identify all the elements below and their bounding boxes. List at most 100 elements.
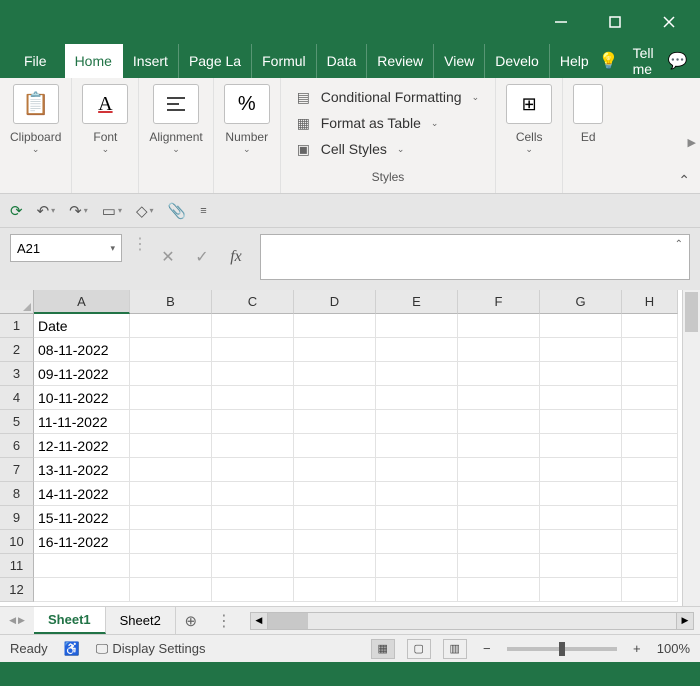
spreadsheet-grid[interactable]: ABCDEFGH 123456789101112 Date08-11-20220…	[0, 290, 700, 606]
display-settings-button[interactable]: 🖵 Display Settings	[96, 641, 206, 657]
cell-H11[interactable]	[622, 554, 678, 578]
cell-A4[interactable]: 10-11-2022	[34, 386, 130, 410]
cell-G6[interactable]	[540, 434, 622, 458]
cell-F4[interactable]	[458, 386, 540, 410]
cancel-formula-button[interactable]: ✕	[158, 247, 178, 267]
cell-H1[interactable]	[622, 314, 678, 338]
cell-H7[interactable]	[622, 458, 678, 482]
row-header-10[interactable]: 10	[0, 530, 34, 554]
cell-G2[interactable]	[540, 338, 622, 362]
cell-G7[interactable]	[540, 458, 622, 482]
cell-B9[interactable]	[130, 506, 212, 530]
cell-H6[interactable]	[622, 434, 678, 458]
row-header-2[interactable]: 2	[0, 338, 34, 362]
cell-A9[interactable]: 15-11-2022	[34, 506, 130, 530]
cell-C1[interactable]	[212, 314, 294, 338]
cells-area[interactable]: Date08-11-202209-11-202210-11-202211-11-…	[34, 314, 682, 606]
share-icon[interactable]: 💬	[668, 51, 688, 71]
cell-B12[interactable]	[130, 578, 212, 602]
cells-button[interactable]: ⊞	[506, 84, 552, 124]
qat-customize-button[interactable]: ≡	[200, 205, 206, 217]
cell-A10[interactable]: 16-11-2022	[34, 530, 130, 554]
cell-B5[interactable]	[130, 410, 212, 434]
cell-G9[interactable]	[540, 506, 622, 530]
sheet-tab-sheet2[interactable]: Sheet2	[106, 607, 176, 634]
cell-A11[interactable]	[34, 554, 130, 578]
cell-C11[interactable]	[212, 554, 294, 578]
cell-E4[interactable]	[376, 386, 458, 410]
view-normal-button[interactable]: ▦	[371, 639, 395, 659]
maximize-button[interactable]	[592, 6, 638, 38]
cell-A5[interactable]: 11-11-2022	[34, 410, 130, 434]
qat-button-1[interactable]: ▭▾	[102, 202, 122, 220]
view-pagebreak-button[interactable]: ▥	[443, 639, 467, 659]
cell-C9[interactable]	[212, 506, 294, 530]
sheet-nav-prev-icon[interactable]: ◀	[9, 615, 16, 626]
collapse-ribbon-button[interactable]: ⌃	[678, 172, 690, 189]
name-box-dropdown-icon[interactable]: ▾	[110, 243, 115, 254]
cell-D7[interactable]	[294, 458, 376, 482]
cell-D5[interactable]	[294, 410, 376, 434]
close-button[interactable]	[646, 6, 692, 38]
cell-B6[interactable]	[130, 434, 212, 458]
cell-B1[interactable]	[130, 314, 212, 338]
row-header-11[interactable]: 11	[0, 554, 34, 578]
cell-F9[interactable]	[458, 506, 540, 530]
cell-C2[interactable]	[212, 338, 294, 362]
cell-D12[interactable]	[294, 578, 376, 602]
cell-F8[interactable]	[458, 482, 540, 506]
redo-button[interactable]: ↷▾	[69, 202, 88, 220]
cell-A12[interactable]	[34, 578, 130, 602]
qat-button-2[interactable]: ◇▾	[136, 202, 154, 220]
cell-B8[interactable]	[130, 482, 212, 506]
cell-H2[interactable]	[622, 338, 678, 362]
lightbulb-icon[interactable]: 💡	[599, 51, 619, 71]
tab-file[interactable]: File	[14, 44, 65, 78]
cell-F2[interactable]	[458, 338, 540, 362]
cell-A3[interactable]: 09-11-2022	[34, 362, 130, 386]
tab-developer[interactable]: Develo	[485, 44, 550, 78]
column-header-G[interactable]: G	[540, 290, 622, 314]
format-as-table-button[interactable]: ▦ Format as Table ⌄	[297, 110, 479, 136]
number-dropdown-icon[interactable]: ⌄	[243, 144, 251, 155]
cell-F12[interactable]	[458, 578, 540, 602]
cell-G11[interactable]	[540, 554, 622, 578]
cell-D10[interactable]	[294, 530, 376, 554]
refresh-button[interactable]: ⟳	[10, 202, 23, 220]
column-header-D[interactable]: D	[294, 290, 376, 314]
cell-C10[interactable]	[212, 530, 294, 554]
enter-formula-button[interactable]: ✓	[192, 247, 212, 267]
cell-D9[interactable]	[294, 506, 376, 530]
formula-bar-input[interactable]: ⌃	[260, 234, 690, 280]
font-dropdown-icon[interactable]: ⌄	[102, 144, 110, 155]
cell-C12[interactable]	[212, 578, 294, 602]
cell-styles-button[interactable]: ▣ Cell Styles ⌄	[297, 136, 479, 162]
cell-E11[interactable]	[376, 554, 458, 578]
tab-data[interactable]: Data	[317, 44, 368, 78]
cell-G1[interactable]	[540, 314, 622, 338]
cell-D6[interactable]	[294, 434, 376, 458]
cell-F5[interactable]	[458, 410, 540, 434]
column-header-H[interactable]: H	[622, 290, 678, 314]
cell-D4[interactable]	[294, 386, 376, 410]
vertical-scrollbar-thumb[interactable]	[685, 292, 698, 332]
vertical-scrollbar[interactable]	[682, 290, 700, 606]
cell-G3[interactable]	[540, 362, 622, 386]
select-all-corner[interactable]	[0, 290, 34, 314]
alignment-dropdown-icon[interactable]: ⌄	[172, 144, 180, 155]
cell-G4[interactable]	[540, 386, 622, 410]
cell-B2[interactable]	[130, 338, 212, 362]
alignment-button[interactable]	[153, 84, 199, 124]
add-sheet-button[interactable]: ⊕	[176, 612, 206, 630]
cell-F10[interactable]	[458, 530, 540, 554]
column-header-B[interactable]: B	[130, 290, 212, 314]
cell-F3[interactable]	[458, 362, 540, 386]
tab-insert[interactable]: Insert	[123, 44, 179, 78]
cell-C5[interactable]	[212, 410, 294, 434]
column-header-F[interactable]: F	[458, 290, 540, 314]
cell-E7[interactable]	[376, 458, 458, 482]
cell-H5[interactable]	[622, 410, 678, 434]
paste-button[interactable]: 📋	[13, 84, 59, 124]
column-header-E[interactable]: E	[376, 290, 458, 314]
row-header-4[interactable]: 4	[0, 386, 34, 410]
